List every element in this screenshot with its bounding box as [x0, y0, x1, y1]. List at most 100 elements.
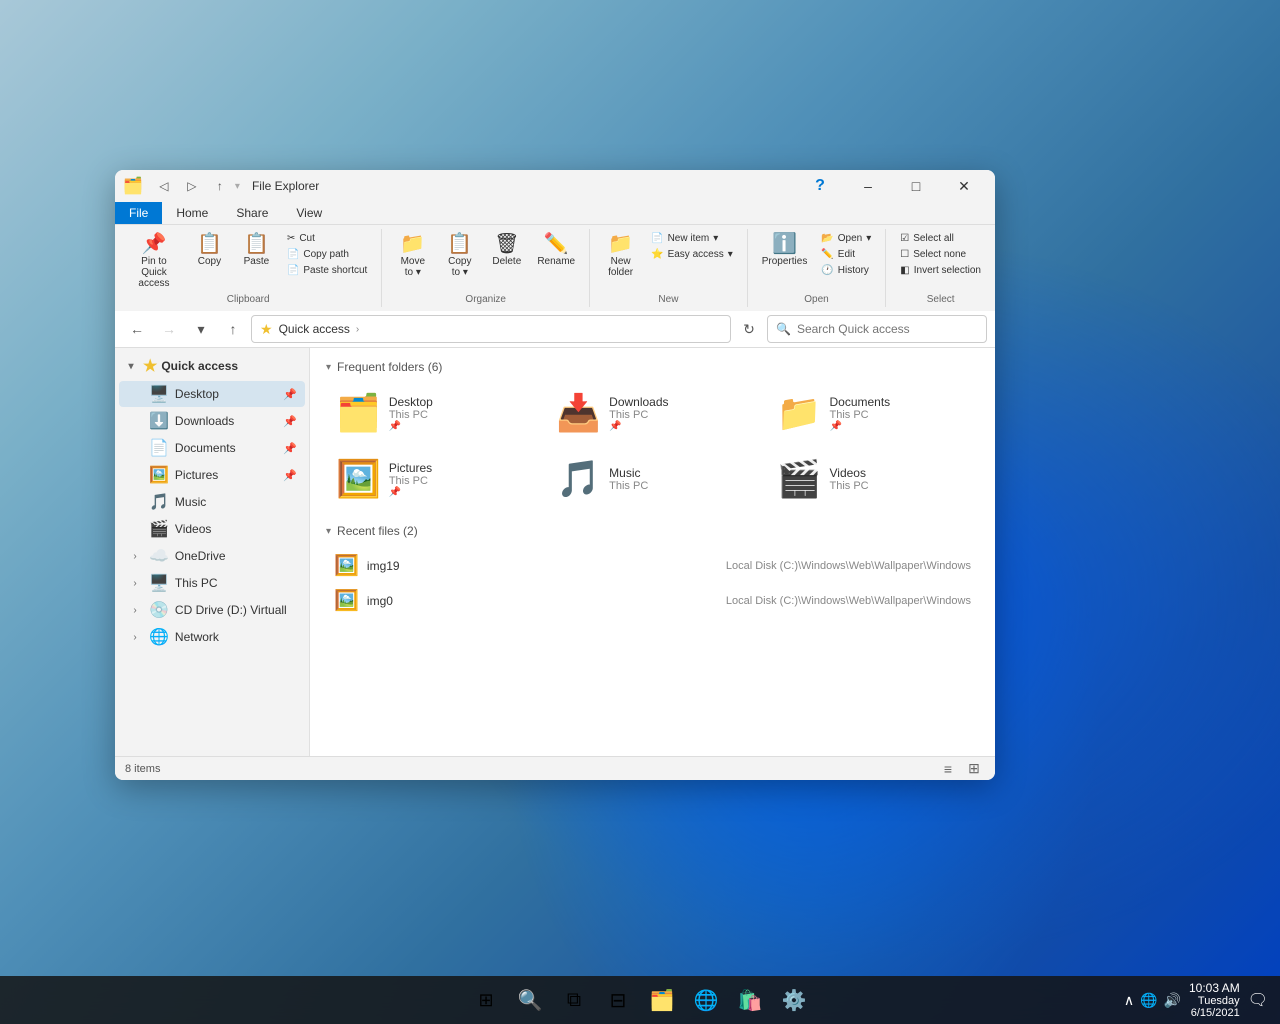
select-all-button[interactable]: ☑ Select all [894, 231, 987, 246]
file-explorer-taskbar-button[interactable]: 🗂️ [642, 980, 682, 1020]
select-small-group: ☑ Select all ☐ Select none ◧ Invert sele… [894, 231, 987, 278]
sidebar-item-desktop[interactable]: 🖥️ Desktop 📌 [119, 381, 305, 407]
help-button[interactable]: ? [797, 170, 843, 202]
notification-icon[interactable]: 🗨 [1248, 990, 1268, 1010]
start-button[interactable]: ⊞ [466, 980, 506, 1020]
frequent-folders-header[interactable]: ▾ Frequent folders (6) [326, 360, 979, 374]
forward-button[interactable]: → [155, 315, 183, 343]
minimize-button[interactable]: – [845, 170, 891, 202]
sidebar-item-documents[interactable]: 📄 Documents 📌 [119, 435, 305, 461]
file-row-img19[interactable]: 🖼️ img19 Local Disk (C:)\Windows\Web\Wal… [326, 548, 979, 583]
edit-icon: ✏️ [821, 249, 833, 260]
sidebar-item-network[interactable]: › 🌐 Network [119, 624, 305, 650]
tab-home[interactable]: Home [162, 202, 222, 224]
sidebar-item-cddrive[interactable]: › 💿 CD Drive (D:) Virtuall [119, 597, 305, 623]
rename-button[interactable]: ✏️ Rename [531, 231, 581, 270]
search-taskbar-button[interactable]: 🔍 [510, 980, 550, 1020]
cddrive-icon: 💿 [149, 600, 169, 620]
new-small-group: 📄 New item ▾ ⭐ Easy access ▾ [645, 231, 739, 262]
select-none-button[interactable]: ☐ Select none [894, 247, 987, 262]
folder-item-videos[interactable]: 🎬 Videos This PC [767, 450, 979, 508]
sidebar-thispc-label: This PC [175, 576, 218, 590]
volume-tray-icon[interactable]: 🔊 [1164, 992, 1181, 1009]
file-row-img0[interactable]: 🖼️ img0 Local Disk (C:)\Windows\Web\Wall… [326, 583, 979, 618]
copy-to-button[interactable]: 📋 Copyto ▾ [437, 231, 482, 281]
clock-time: 10:03 AM [1189, 981, 1240, 995]
search-bar[interactable]: 🔍 [767, 315, 987, 343]
widgets-button[interactable]: ⊟ [598, 980, 638, 1020]
open-icon: 📂 [821, 233, 833, 244]
recent-files-header[interactable]: ▾ Recent files (2) [326, 524, 979, 538]
tab-view[interactable]: View [282, 202, 336, 224]
move-to-button[interactable]: 📁 Moveto ▾ [390, 231, 435, 281]
paste-shortcut-icon: 📄 [287, 265, 299, 276]
folder-documents-pin-icon: 📌 [829, 421, 890, 432]
new-folder-button[interactable]: 📁 Newfolder [598, 231, 643, 281]
properties-button[interactable]: ℹ️ Properties [756, 231, 814, 270]
edge-taskbar-button[interactable]: 🌐 [686, 980, 726, 1020]
store-taskbar-button[interactable]: 🛍️ [730, 980, 770, 1020]
history-button[interactable]: 🕐 History [815, 263, 877, 278]
img0-path: Local Disk (C:)\Windows\Web\Wallpaper\Wi… [726, 595, 971, 607]
desktop-pin-icon: 📌 [283, 388, 297, 401]
sidebar-item-onedrive[interactable]: › ☁️ OneDrive [119, 543, 305, 569]
paste-button[interactable]: 📋 Paste [234, 231, 279, 270]
taskview-button[interactable]: ⧉ [554, 980, 594, 1020]
network-tray-icon[interactable]: 🌐 [1140, 992, 1157, 1009]
main-area: ▾ ★ Quick access 🖥️ Desktop 📌 ⬇️ Downloa… [115, 348, 995, 756]
tab-file[interactable]: File [115, 202, 162, 224]
pictures-icon: 🖼️ [149, 465, 169, 485]
organize-buttons: 📁 Moveto ▾ 📋 Copyto ▾ 🗑 Delete ✏️ Rename [390, 231, 581, 292]
back-button[interactable]: ← [123, 315, 151, 343]
folder-item-documents[interactable]: 📁 Documents This PC 📌 [767, 384, 979, 442]
edit-button[interactable]: ✏️ Edit [815, 247, 877, 262]
folder-item-downloads[interactable]: 📥 Downloads This PC 📌 [546, 384, 758, 442]
system-clock[interactable]: 10:03 AM Tuesday 6/15/2021 [1189, 981, 1240, 1019]
sidebar-item-videos[interactable]: 🎬 Videos [119, 516, 305, 542]
folder-item-pictures[interactable]: 🖼️ Pictures This PC 📌 [326, 450, 538, 508]
recent-locations-button[interactable]: ▾ [187, 315, 215, 343]
quick-access-toolbar: ◁ ▷ ↑ ▾ [151, 175, 240, 197]
clock-fulldate: 6/15/2021 [1189, 1007, 1240, 1019]
grid-view-button[interactable]: ⊞ [963, 759, 985, 779]
tray-chevron[interactable]: ∧ [1124, 992, 1134, 1009]
close-button[interactable]: ✕ [941, 170, 987, 202]
qa-forward-button[interactable]: ▷ [179, 175, 205, 197]
paste-shortcut-button[interactable]: 📄 Paste shortcut [281, 263, 373, 278]
folder-item-music[interactable]: 🎵 Music This PC [546, 450, 758, 508]
qa-up-button[interactable]: ↑ [207, 175, 233, 197]
downloads-icon: ⬇️ [149, 411, 169, 431]
up-button[interactable]: ↑ [219, 315, 247, 343]
sidebar-item-downloads[interactable]: ⬇️ Downloads 📌 [119, 408, 305, 434]
new-item-button[interactable]: 📄 New item ▾ [645, 231, 739, 246]
pin-to-quick-access-button[interactable]: 📌 Pin to Quickaccess [123, 231, 185, 292]
sidebar-item-pictures[interactable]: 🖼️ Pictures 📌 [119, 462, 305, 488]
cut-button[interactable]: ✂ Cut [281, 231, 373, 246]
folder-item-desktop[interactable]: 🗂️ Desktop This PC 📌 [326, 384, 538, 442]
folder-downloads-pin-icon: 📌 [609, 421, 668, 432]
search-input[interactable] [797, 322, 978, 336]
open-buttons: ℹ️ Properties 📂 Open ▾ ✏️ Edit [756, 231, 878, 292]
open-button[interactable]: 📂 Open ▾ [815, 231, 877, 246]
delete-button[interactable]: 🗑 Delete [484, 231, 529, 270]
list-view-button[interactable]: ≡ [937, 759, 959, 779]
delete-icon: 🗑 [494, 234, 519, 254]
qa-back-button[interactable]: ◁ [151, 175, 177, 197]
ribbon-group-open: ℹ️ Properties 📂 Open ▾ ✏️ Edit [748, 229, 887, 307]
copy-path-button[interactable]: 📄 Copy path [281, 247, 373, 262]
sidebar-item-thispc[interactable]: › 🖥️ This PC [119, 570, 305, 596]
new-group-label: New [658, 292, 678, 305]
tab-share[interactable]: Share [222, 202, 282, 224]
address-bar[interactable]: ★ Quick access › [251, 315, 731, 343]
easy-access-button[interactable]: ⭐ Easy access ▾ [645, 247, 739, 262]
refresh-button[interactable]: ↻ [735, 315, 763, 343]
invert-selection-button[interactable]: ◧ Invert selection [894, 263, 987, 278]
sidebar-item-music[interactable]: 🎵 Music [119, 489, 305, 515]
network-icon: 🌐 [149, 627, 169, 647]
folder-documents-icon: 📁 [777, 392, 822, 434]
maximize-button[interactable]: □ [893, 170, 939, 202]
copy-button[interactable]: 📋 Copy [187, 231, 232, 270]
settings-taskbar-button[interactable]: ⚙️ [774, 980, 814, 1020]
desktop-icon: 🖥️ [149, 384, 169, 404]
sidebar-quick-access-header[interactable]: ▾ ★ Quick access [115, 352, 309, 380]
